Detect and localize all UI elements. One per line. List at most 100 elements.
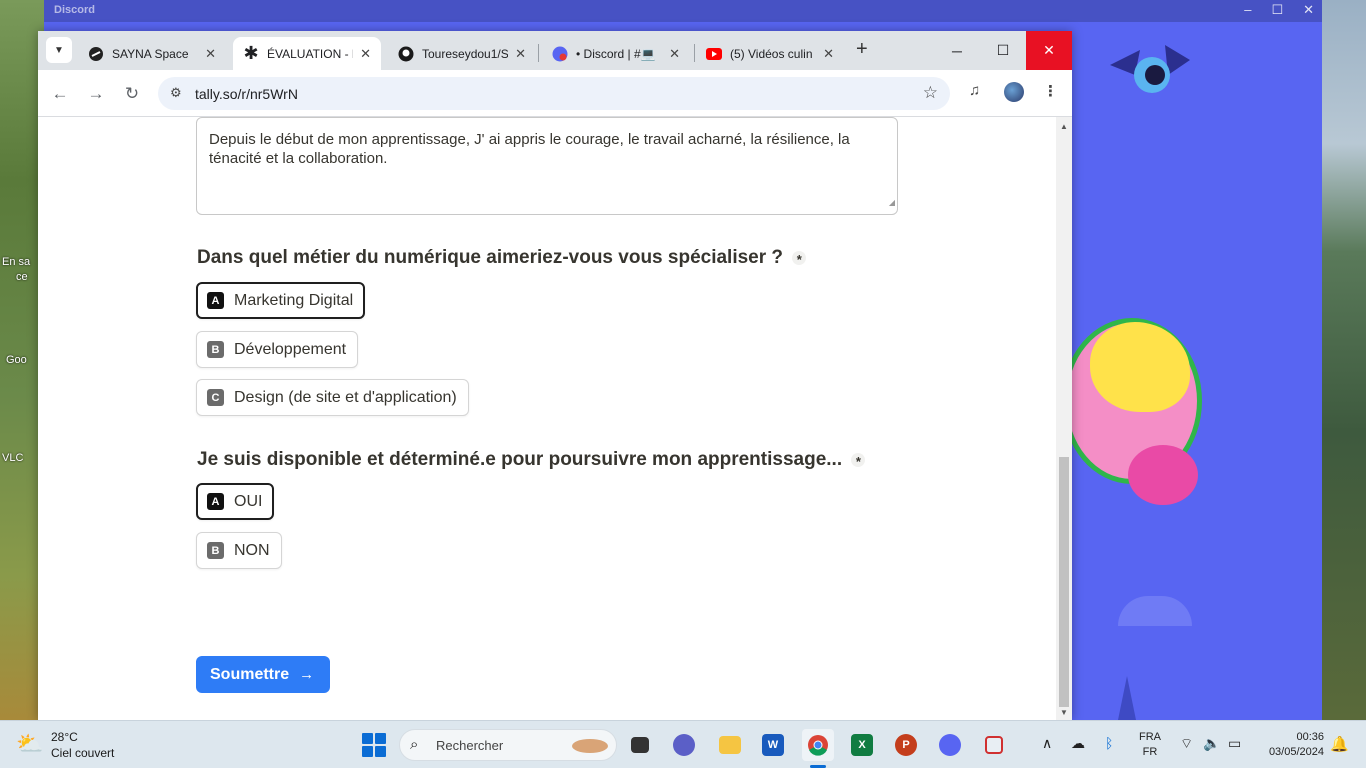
more-menu-icon[interactable]: ⋮ [1043,82,1058,100]
tab-sayna[interactable]: SAYNA Space ✕ [78,37,226,70]
clock[interactable]: 00:36 03/05/2024 [1262,730,1324,760]
discord-taskbar-icon[interactable] [934,729,966,761]
discord-maximize-button[interactable]: ☐ [1271,2,1283,18]
wifi-icon[interactable]: ⌔ [1180,735,1193,753]
word-icon[interactable]: W [757,729,789,761]
resize-grip-icon[interactable]: ◢ [889,193,895,212]
close-icon[interactable]: ✕ [669,46,680,62]
discord-bubble-icon [1128,445,1198,505]
tray-overflow-icon[interactable]: ∧ [1042,735,1052,752]
close-icon[interactable]: ✕ [515,46,526,62]
chrome-window[interactable]: ▼ SAYNA Space ✕ ✱ ÉVALUATION - D ✕ Toure… [38,31,1072,720]
task-view-icon[interactable] [624,729,656,761]
tab-discord[interactable]: • Discord | #💻 ✕ [542,37,690,70]
minimize-button[interactable]: ─ [934,31,980,70]
previous-answer-text: Depuis le début de mon apprentissage, J'… [209,131,850,167]
discord-titlebar: Discord – ☐ ✕ [44,0,1322,22]
option-label: NON [234,541,270,559]
scroll-up-icon[interactable]: ▲ [1060,122,1068,131]
site-settings-icon[interactable]: ⚙ [170,85,182,101]
github-icon [398,46,414,62]
onedrive-icon[interactable]: ☁ [1071,735,1085,752]
tab-title: • Discord | #💻 [576,46,656,61]
tab-title: Toureseydou1/S [422,46,508,61]
weather-description[interactable]: Ciel couvert [51,746,114,760]
page-content: Depuis le début de mon apprentissage, J'… [38,117,1056,720]
tab-strip: ▼ SAYNA Space ✕ ✱ ÉVALUATION - D ✕ Toure… [38,31,1072,70]
sayna-icon [88,46,104,62]
discord-mascot-icon [1110,45,1190,93]
question-specialisation: Dans quel métier du numérique aimeriez-v… [197,247,807,269]
tab-search-button[interactable]: ▼ [46,37,72,63]
chevron-down-icon: ▼ [54,44,64,56]
new-tab-button[interactable]: + [856,38,868,61]
option-non[interactable]: B NON [196,532,282,569]
question-text: Je suis disponible et déterminé.e pour p… [197,449,843,470]
close-icon[interactable]: ✕ [360,46,371,62]
option-developpement[interactable]: B Développement [196,331,359,368]
option-key: B [207,341,224,358]
question-text: Dans quel métier du numérique aimeriez-v… [197,247,784,268]
teams-icon[interactable] [668,729,700,761]
media-control-icon[interactable]: ♫ [969,82,980,99]
maximize-button[interactable]: ☐ [980,31,1026,70]
desktop-icon-label[interactable]: ce [16,271,28,283]
desktop-wallpaper-right [1322,0,1366,720]
required-mark: * [792,250,807,267]
option-marketing-digital[interactable]: A Marketing Digital [196,282,366,319]
discord-title: Discord [54,4,95,16]
file-explorer-icon[interactable] [714,729,746,761]
battery-icon[interactable]: ▭ [1228,735,1241,752]
question-disponibilite: Je suis disponible et déterminé.e pour p… [197,449,866,471]
submit-button[interactable]: Soumettre → [196,656,330,693]
bluetooth-icon[interactable]: ᛒ [1105,735,1113,751]
notification-bell-icon[interactable]: 🔔 [1330,735,1349,753]
url-text[interactable]: tally.so/r/nr5WrN [195,86,298,102]
back-icon[interactable]: ← [48,82,72,106]
option-key: B [207,542,224,559]
option-label: OUI [234,492,263,510]
tab-github[interactable]: Toureseydou1/S ✕ [388,37,536,70]
address-bar[interactable]: ⚙ tally.so/r/nr5WrN ☆ [158,77,950,110]
desktop-icon-label[interactable]: En sa [2,256,30,268]
avatar[interactable] [1004,82,1024,102]
close-window-button[interactable]: ✕ [1026,31,1072,70]
taskbar-search[interactable]: ⌕ Rechercher [399,729,617,761]
arrow-right-icon: → [299,666,315,683]
reload-icon[interactable]: ↻ [120,82,144,106]
search-icon: ⌕ [410,736,419,753]
tab-youtube[interactable]: (5) Vidéos culin ✕ [696,37,844,70]
powerpoint-icon[interactable]: P [890,729,922,761]
option-key: C [207,389,224,406]
language-indicator[interactable]: FRA FR [1139,730,1161,760]
desktop-icon-label[interactable]: VLC [2,452,23,464]
page-scrollbar[interactable]: ▲ ▼ [1056,117,1072,720]
forward-icon[interactable]: → [84,82,108,106]
option-label: Développement [234,340,347,358]
start-button[interactable] [362,733,386,757]
required-mark: * [851,452,866,469]
chrome-icon[interactable] [802,729,834,761]
scroll-thumb[interactable] [1059,457,1069,707]
excel-icon[interactable]: X [846,729,878,761]
desktop-icon-label[interactable]: Goo [6,354,27,366]
tab-separator [694,44,695,62]
previous-answer-textarea[interactable]: Depuis le début de mon apprentissage, J'… [196,117,898,215]
tab-evaluation[interactable]: ✱ ÉVALUATION - D ✕ [233,37,381,70]
close-icon[interactable]: ✕ [205,46,216,62]
weather-temperature[interactable]: 28°C [51,730,78,744]
option-design[interactable]: C Design (de site et d'application) [196,379,469,416]
discord-minimize-button[interactable]: – [1244,2,1251,18]
discord-close-button[interactable]: ✕ [1303,2,1314,18]
youtube-icon [706,46,722,62]
volume-icon[interactable]: 🔈 [1203,735,1220,752]
close-icon[interactable]: ✕ [823,46,834,62]
submit-label: Soumettre [210,665,290,683]
weather-cloud-icon[interactable]: ⛅ [16,731,43,757]
scroll-down-icon[interactable]: ▼ [1060,708,1068,717]
bookmark-star-icon[interactable]: ☆ [923,83,938,103]
clock-date: 03/05/2024 [1268,746,1324,758]
snipping-tool-icon[interactable] [978,729,1010,761]
language-top: FRA [1139,731,1161,743]
option-oui[interactable]: A OUI [196,483,275,520]
